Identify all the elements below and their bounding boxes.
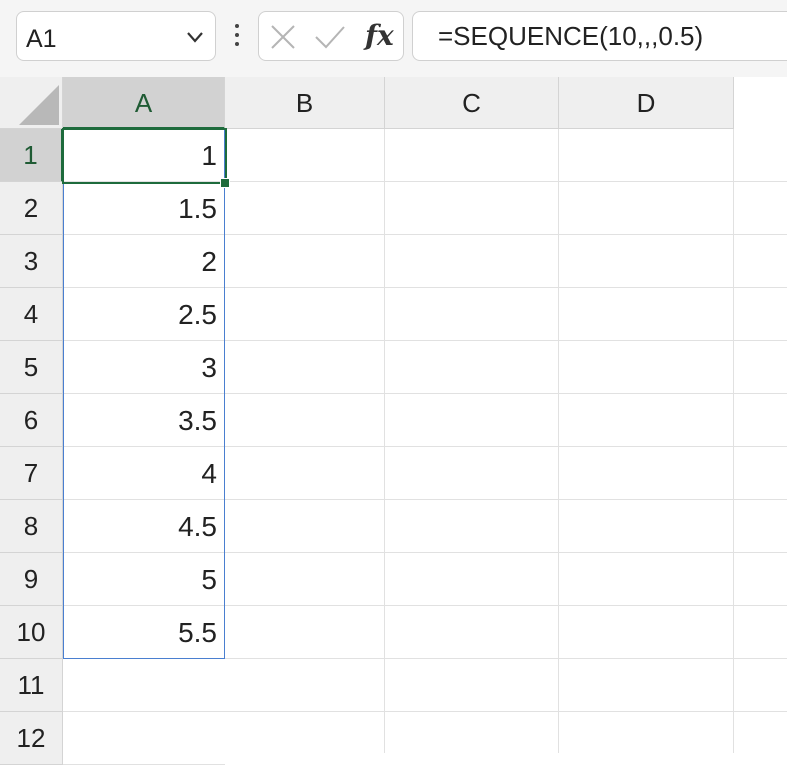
cell-a3[interactable]: 2 [63, 235, 225, 288]
gridline [225, 711, 787, 712]
formula-buttons: fx [258, 11, 404, 61]
cell-a1[interactable]: 1 [63, 129, 225, 182]
row-header-12[interactable]: 12 [0, 712, 63, 765]
column-header-c[interactable]: C [385, 77, 559, 129]
name-box[interactable]: A1 [16, 11, 216, 61]
column-header-d[interactable]: D [559, 77, 734, 129]
gridline [225, 287, 787, 288]
gridline [225, 393, 787, 394]
cell-a12[interactable] [63, 712, 225, 765]
row-header-3[interactable]: 3 [0, 235, 63, 288]
gridline [225, 446, 787, 447]
more-vertical-icon[interactable] [230, 24, 244, 50]
gridline [733, 129, 734, 753]
cell-a10[interactable]: 5.5 [63, 606, 225, 659]
formula-text[interactable]: =SEQUENCE(10,,,0.5) [438, 21, 703, 52]
x-icon[interactable] [269, 23, 297, 51]
cell-a7[interactable]: 4 [63, 447, 225, 500]
check-icon[interactable] [314, 23, 346, 51]
cell-a8[interactable]: 4.5 [63, 500, 225, 553]
fx-icon[interactable]: fx [365, 19, 394, 52]
formula-input[interactable]: =SEQUENCE(10,,,0.5) [412, 11, 787, 61]
gridline [225, 605, 787, 606]
cell-a5[interactable]: 3 [63, 341, 225, 394]
column-header-a[interactable]: A [63, 77, 225, 129]
row-header-4[interactable]: 4 [0, 288, 63, 341]
worksheet-grid: A B C D 1 2 3 4 5 6 7 8 9 10 11 12 1 1.5… [0, 77, 787, 765]
gridline [225, 181, 787, 182]
cell-a6[interactable]: 3.5 [63, 394, 225, 447]
gridline [225, 499, 787, 500]
row-header-10[interactable]: 10 [0, 606, 63, 659]
select-all-button[interactable] [0, 77, 63, 129]
cell-a11[interactable] [63, 659, 225, 712]
row-header-7[interactable]: 7 [0, 447, 63, 500]
row-header-9[interactable]: 9 [0, 553, 63, 606]
gridline [384, 129, 385, 753]
chevron-down-icon[interactable] [185, 27, 205, 47]
row-header-6[interactable]: 6 [0, 394, 63, 447]
gridline [225, 658, 787, 659]
gridline [225, 340, 787, 341]
formula-bar-area: A1 fx =SEQUENCE(10,,,0.5) [0, 0, 787, 77]
cell-a2[interactable]: 1.5 [63, 182, 225, 235]
gridline [225, 234, 787, 235]
column-header-b[interactable]: B [225, 77, 385, 129]
row-header-11[interactable]: 11 [0, 659, 63, 712]
row-header-8[interactable]: 8 [0, 500, 63, 553]
name-box-value[interactable]: A1 [26, 25, 57, 54]
gridline [225, 552, 787, 553]
fill-handle[interactable] [220, 178, 230, 188]
row-header-1[interactable]: 1 [0, 129, 63, 182]
gridline [558, 129, 559, 753]
cell-a9[interactable]: 5 [63, 553, 225, 606]
row-header-2[interactable]: 2 [0, 182, 63, 235]
row-header-5[interactable]: 5 [0, 341, 63, 394]
cell-a4[interactable]: 2.5 [63, 288, 225, 341]
